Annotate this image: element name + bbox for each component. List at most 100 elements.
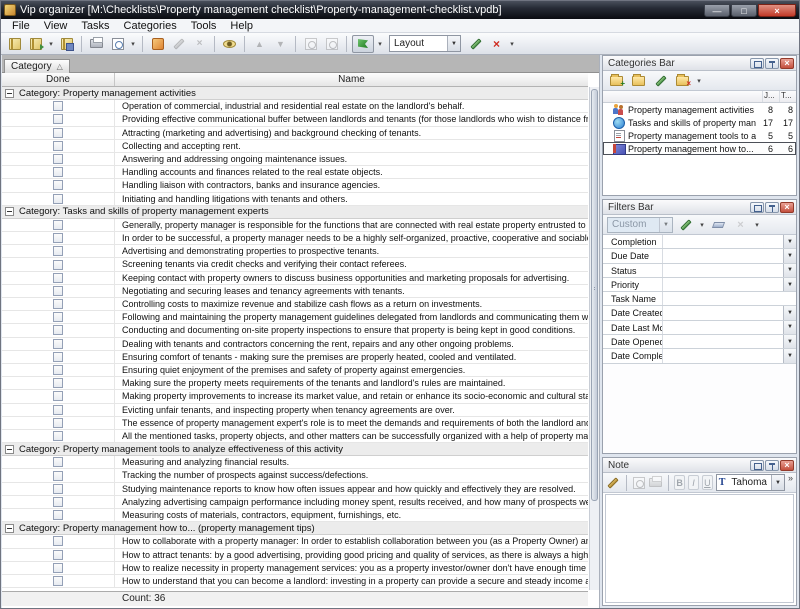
- filter-dropdown-icon[interactable]: ▼: [783, 249, 796, 262]
- layout-select[interactable]: Layout ▼: [389, 35, 461, 52]
- task-row[interactable]: Dealing with tenants and contractors con…: [2, 338, 588, 351]
- group-header-row[interactable]: Category: Property management how to... …: [2, 522, 588, 535]
- filters-pin-button[interactable]: [765, 202, 779, 213]
- edit-category-button[interactable]: [651, 71, 670, 90]
- filter-preset-dropdown-icon[interactable]: ▼: [659, 218, 672, 232]
- tree-column-j[interactable]: J...: [762, 91, 779, 102]
- scrollbar-thumb[interactable]: [591, 89, 598, 501]
- view-options-button[interactable]: [220, 34, 239, 53]
- print-preview-button[interactable]: [108, 34, 127, 53]
- filter-value-field[interactable]: [663, 349, 783, 362]
- task-row[interactable]: Operation of commercial, industrial and …: [2, 100, 588, 113]
- task-row[interactable]: Advertising and demonstrating properties…: [2, 245, 588, 258]
- tree-column-t[interactable]: T...: [779, 91, 796, 102]
- save-notebook-button[interactable]: [57, 34, 76, 53]
- underline-button[interactable]: U: [702, 475, 713, 490]
- task-row[interactable]: Screening tenants via credit checks and …: [2, 258, 588, 271]
- filter-dropdown-icon[interactable]: ▼: [783, 335, 796, 348]
- task-checkbox[interactable]: [53, 312, 63, 322]
- note-pin-button[interactable]: [765, 460, 779, 471]
- column-header-name[interactable]: Name: [115, 73, 588, 86]
- group-header-row[interactable]: Category: Property management tools to a…: [2, 443, 588, 456]
- filter-dropdown-icon[interactable]: ▼: [783, 349, 796, 362]
- note-float-button[interactable]: [750, 460, 764, 471]
- filters-float-button[interactable]: [750, 202, 764, 213]
- task-checkbox[interactable]: [53, 378, 63, 388]
- filter-value-field[interactable]: [663, 306, 783, 319]
- new-task-button[interactable]: [148, 34, 167, 53]
- task-row[interactable]: Making property improvements to increase…: [2, 390, 588, 403]
- task-row[interactable]: Negotiating and securing leases and tena…: [2, 285, 588, 298]
- task-row[interactable]: Studying maintenance reports to know how…: [2, 483, 588, 496]
- task-row[interactable]: Controlling costs to maximize revenue an…: [2, 298, 588, 311]
- categories-float-button[interactable]: [750, 58, 764, 69]
- filter-value-field[interactable]: [663, 235, 783, 248]
- group-header-row[interactable]: Category: Tasks and skills of property m…: [2, 206, 588, 219]
- task-checkbox[interactable]: [53, 418, 63, 428]
- task-checkbox[interactable]: [53, 286, 63, 296]
- expand-all-button[interactable]: [301, 34, 320, 53]
- task-row[interactable]: Answering and addressing ongoing mainten…: [2, 153, 588, 166]
- task-row[interactable]: Evicting unfair tenants, and inspecting …: [2, 404, 588, 417]
- layout-mode-dropdown-icon[interactable]: ▾: [376, 40, 384, 48]
- delete-task-button[interactable]: ×: [190, 34, 209, 53]
- task-checkbox[interactable]: [53, 497, 63, 507]
- task-row[interactable]: How to collaborate with a property manag…: [2, 535, 588, 548]
- task-checkbox[interactable]: [53, 352, 63, 362]
- collapse-all-button[interactable]: [322, 34, 341, 53]
- new-subcategory-button[interactable]: [629, 71, 648, 90]
- menu-item-file[interactable]: File: [5, 19, 37, 33]
- filter-dropdown-icon[interactable]: ▼: [783, 264, 796, 277]
- task-checkbox[interactable]: [53, 128, 63, 138]
- collapse-group-icon[interactable]: [5, 207, 14, 216]
- delete-category-button[interactable]: ×: [673, 71, 692, 90]
- task-row[interactable]: Ensuring comfort of tenants - making sur…: [2, 351, 588, 364]
- task-row[interactable]: Collecting and accepting rent.: [2, 140, 588, 153]
- maximize-button[interactable]: □: [731, 4, 757, 17]
- task-checkbox[interactable]: [53, 484, 63, 494]
- task-row[interactable]: Conducting and documenting on-site prope…: [2, 324, 588, 337]
- task-checkbox[interactable]: [53, 233, 63, 243]
- edit-note-button[interactable]: [607, 473, 620, 492]
- apply-filter-dropdown-icon[interactable]: ▾: [698, 221, 706, 229]
- task-row[interactable]: Ensuring quiet enjoyment of the premises…: [2, 364, 588, 377]
- task-checkbox[interactable]: [53, 365, 63, 375]
- task-checkbox[interactable]: [53, 260, 63, 270]
- task-checkbox[interactable]: [53, 325, 63, 335]
- menu-item-tools[interactable]: Tools: [184, 19, 224, 33]
- font-select[interactable]: T Tahoma ▼: [716, 474, 785, 491]
- task-row[interactable]: Measuring and analyzing financial result…: [2, 456, 588, 469]
- task-row[interactable]: In order to be successful, a property ma…: [2, 232, 588, 245]
- task-row[interactable]: Initiating and handling litigations with…: [2, 193, 588, 206]
- save-layout-button[interactable]: [466, 34, 485, 53]
- delete-filter-button[interactable]: ×: [731, 215, 750, 234]
- task-row[interactable]: Following and maintaining the property m…: [2, 311, 588, 324]
- layout-more-icon[interactable]: ▾: [508, 40, 516, 48]
- task-row[interactable]: Making sure the property meets requireme…: [2, 377, 588, 390]
- collapse-group-icon[interactable]: [5, 445, 14, 454]
- category-tree-item[interactable]: Property management how to... (property …: [603, 142, 796, 155]
- task-row[interactable]: Handling liaison with contractors, banks…: [2, 179, 588, 192]
- task-checkbox[interactable]: [53, 510, 63, 520]
- task-row[interactable]: Providing effective communicational buff…: [2, 113, 588, 126]
- task-checkbox[interactable]: [53, 550, 63, 560]
- task-row[interactable]: Measuring costs of materials, contractor…: [2, 509, 588, 522]
- task-row[interactable]: How to attract tenants: by a good advert…: [2, 549, 588, 562]
- menu-item-categories[interactable]: Categories: [117, 19, 184, 33]
- print-more-icon[interactable]: ▾: [129, 40, 137, 48]
- move-up-button[interactable]: ▲: [250, 34, 269, 53]
- task-row[interactable]: Handling accounts and finances related t…: [2, 166, 588, 179]
- column-header-done[interactable]: Done: [2, 73, 115, 86]
- layout-mode-button[interactable]: [352, 35, 374, 53]
- task-row[interactable]: Generally, property manager is responsib…: [2, 219, 588, 232]
- task-checkbox[interactable]: [53, 405, 63, 415]
- task-checkbox[interactable]: [53, 431, 63, 441]
- close-button[interactable]: ×: [758, 4, 796, 17]
- filter-value-field[interactable]: [663, 264, 783, 277]
- filter-value-field[interactable]: [663, 278, 783, 291]
- edit-task-button[interactable]: [169, 34, 188, 53]
- task-row[interactable]: Attracting (marketing and advertising) a…: [2, 127, 588, 140]
- task-row[interactable]: Keeping contact with property owners to …: [2, 272, 588, 285]
- clear-filter-button[interactable]: [709, 215, 728, 234]
- filters-more-icon[interactable]: ▾: [753, 221, 761, 229]
